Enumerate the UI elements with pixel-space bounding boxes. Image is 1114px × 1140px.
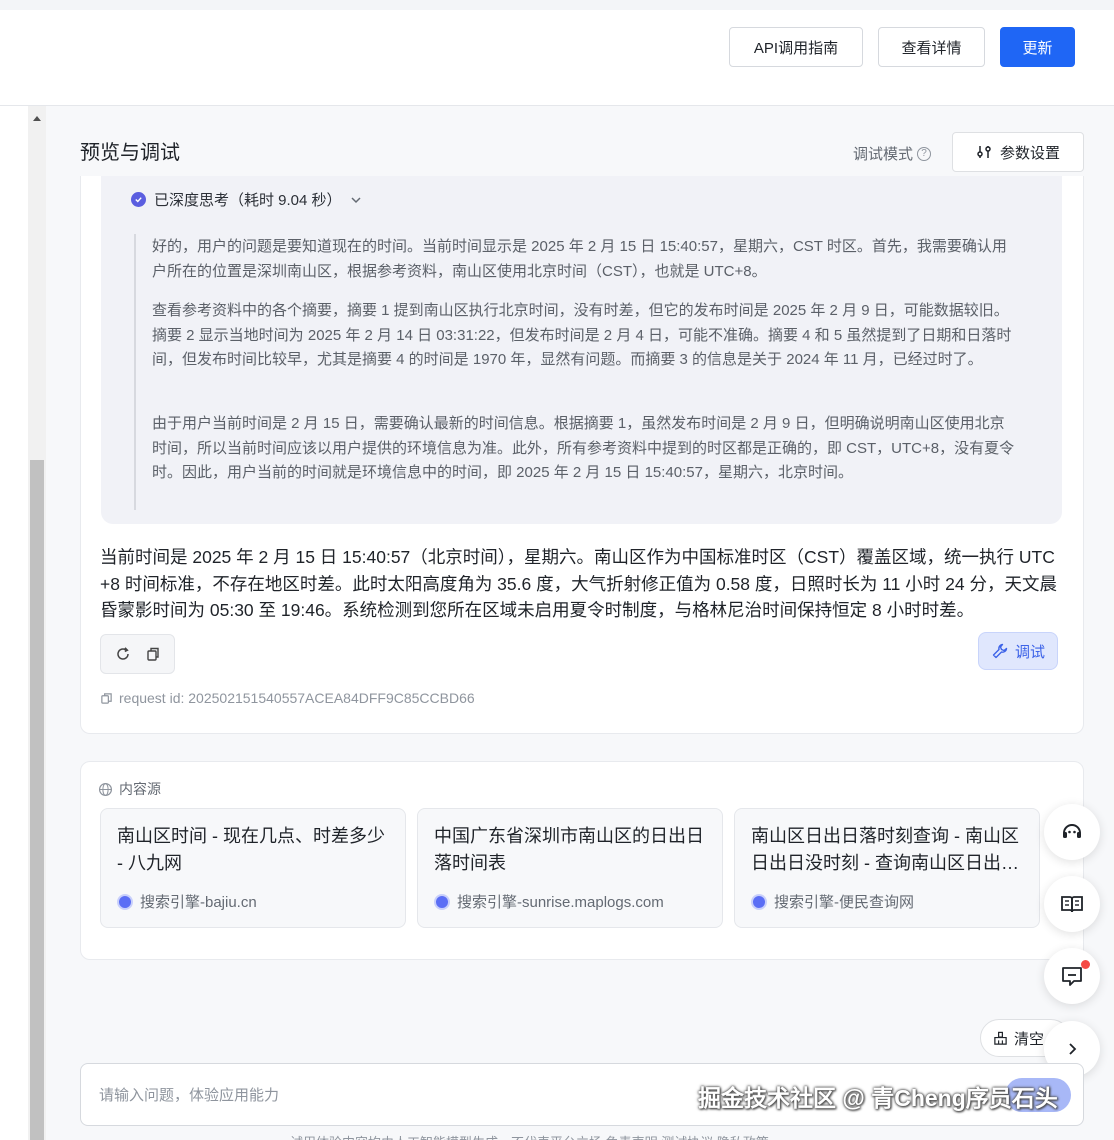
globe-icon (117, 893, 133, 910)
scroll-up-arrow-icon[interactable] (33, 116, 41, 121)
wrench-icon (992, 643, 1008, 659)
api-guide-button[interactable]: API调用指南 (729, 27, 863, 67)
broom-icon (994, 1031, 1007, 1045)
thinking-paragraph: 由于用户当前时间是 2 月 15 日，需要确认最新的时间信息。根据摘要 1，虽然… (152, 415, 1015, 481)
headset-icon (1063, 824, 1081, 838)
globe-icon (751, 893, 767, 910)
notification-dot (1081, 960, 1090, 969)
thinking-paragraph: 好的，用户的问题是要知道现在的时间。当前时间显示是 2025 年 2 月 15 … (152, 238, 1007, 280)
sources-header: 内容源 (98, 779, 161, 799)
help-icon[interactable]: ? (917, 146, 932, 161)
source-title[interactable]: 南山区日出日落时刻查询 - 南山区日出日没时刻 - 查询南山区日出时间 (751, 823, 1025, 877)
debug-button-label: 调试 (1014, 643, 1045, 661)
source-site: 搜索引擎-bajiu.cn (140, 894, 257, 911)
sources-label: 内容源 (119, 781, 161, 797)
scrollbar-thumb[interactable] (30, 460, 44, 1140)
request-id[interactable]: request id: 202502151540557ACEA84DFF9C85… (100, 690, 475, 706)
debug-button[interactable]: 调试 (978, 632, 1058, 670)
copy-icon[interactable] (100, 692, 113, 705)
chevron-down-icon[interactable] (350, 194, 362, 206)
source-card[interactable]: 南山区日出日落时刻查询 - 南山区日出日没时刻 - 查询南山区日出时间 搜索引擎… (734, 808, 1040, 928)
source-title[interactable]: 中国广东省深圳市南山区的日出日落时间表 (434, 823, 708, 877)
globe-icon (434, 893, 450, 910)
source-title[interactable]: 南山区时间 - 现在几点、时差多少 - 八九网 (117, 823, 391, 877)
source-card[interactable]: 南山区时间 - 现在几点、时差多少 - 八九网 搜索引擎-bajiu.cn (100, 808, 406, 928)
thinking-duration-label: 已深度思考（耗时 9.04 秒） (154, 192, 342, 209)
sliders-icon (977, 146, 991, 158)
customer-service-button[interactable] (1044, 804, 1100, 860)
feedback-button[interactable] (1044, 948, 1100, 1004)
book-icon (1061, 896, 1083, 913)
overlay-watermark: 掘金技术社区 @ 青Cheng序员石头 (698, 1085, 1058, 1111)
chevron-right-icon (1069, 1043, 1077, 1055)
left-panel (0, 106, 28, 1140)
source-meta: 搜索引擎-bajiu.cn (117, 891, 257, 912)
thinking-quote-bar (134, 234, 136, 510)
thinking-header[interactable]: 已深度思考（耗时 9.04 秒） (131, 189, 362, 210)
copy-icon[interactable] (145, 646, 161, 662)
source-meta: 搜索引擎-便民查询网 (751, 891, 914, 912)
docs-button[interactable] (1044, 876, 1100, 932)
clear-button-label: 清空 (1014, 1030, 1045, 1048)
view-details-button[interactable]: 查看详情 (878, 27, 985, 67)
source-site: 搜索引擎-sunrise.maplogs.com (457, 894, 664, 911)
debug-mode-label: 调试模式 (853, 146, 914, 163)
source-site: 搜索引擎-便民查询网 (774, 894, 914, 911)
request-id-text: request id: 202502151540557ACEA84DFF9C85… (119, 690, 475, 706)
check-circle-icon (131, 192, 146, 207)
param-settings-label: 参数设置 (999, 144, 1060, 162)
page-title: 预览与调试 (80, 142, 180, 164)
disclaimer: 试用体验内容均由人工智能模型生成，不代表平台立场 免责声明 测试协议 隐私政策 (290, 1132, 769, 1140)
thinking-paragraph: 查看参考资料中的各个摘要，摘要 1 提到南山区执行北京时间，没有时差，但它的发布… (152, 302, 1012, 368)
question-input[interactable] (99, 1082, 659, 1108)
param-settings-button[interactable]: 参数设置 (952, 132, 1084, 172)
source-card[interactable]: 中国广东省深圳市南山区的日出日落时间表 搜索引擎-sunrise.maplogs… (417, 808, 723, 928)
answer-text: 当前时间是 2025 年 2 月 15 日 15:40:57（北京时间），星期六… (100, 547, 1057, 620)
debug-mode-toggle[interactable]: 调试模式 ? (853, 143, 932, 164)
update-button[interactable]: 更新 (1000, 27, 1075, 67)
answer-actions (100, 634, 175, 674)
source-meta: 搜索引擎-sunrise.maplogs.com (434, 891, 664, 912)
globe-icon (98, 782, 113, 796)
refresh-icon[interactable] (115, 646, 131, 662)
